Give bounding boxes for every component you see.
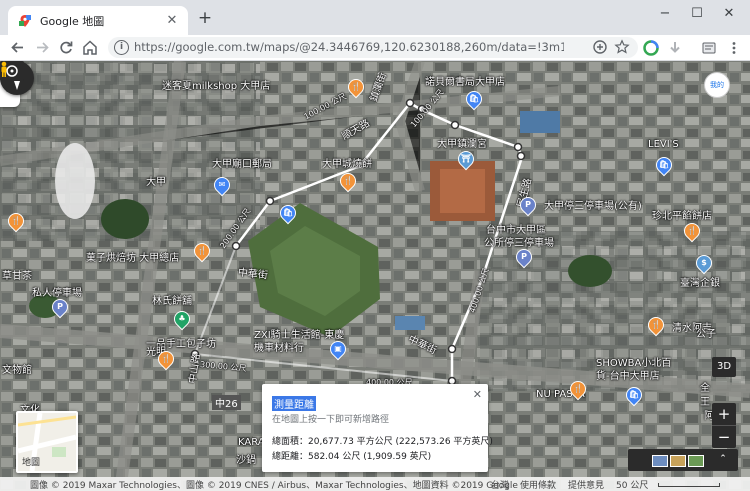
tab-close-icon[interactable]: ✕ (164, 13, 180, 29)
address-bar[interactable]: i https://google.com.tw/maps/@24.3446769… (108, 37, 638, 58)
place-label: 大甲 (146, 177, 166, 188)
place-label[interactable]: 大甲鎮瀾宮 (437, 135, 487, 150)
place-label[interactable]: 私人停車場 (32, 284, 82, 299)
imagery-thumbnail[interactable] (670, 455, 686, 467)
road-label: 中華街 (237, 267, 269, 282)
total-area-value: 總面積：20,677.73 平方公尺 (222,573.26 平方英尺) (272, 437, 493, 447)
maximize-window-button[interactable]: ☐ (682, 3, 712, 25)
total-distance-value: 總距離：582.04 公尺 (1,909.59 英尺) (272, 452, 432, 462)
imagery-thumbnail[interactable] (652, 455, 668, 467)
layers-label: 地圖 (22, 458, 41, 468)
satellite-map[interactable]: ▶ 我的 迷客夏milkshop 大甲店 諾貝爾書局大甲店 大甲鎮瀾宮 大甲廟口… (0, 61, 750, 491)
plus-circle-icon[interactable] (592, 39, 608, 55)
map-footer: 圖像 © 2019 Maxar Technologies、圖像 © 2019 C… (0, 477, 750, 491)
expand-imagery-button[interactable]: ⌃ (716, 451, 730, 467)
place-label[interactable]: 文物館 (2, 361, 32, 376)
region-link[interactable]: 台灣 (491, 478, 509, 491)
layers-switcher[interactable]: 地圖 (16, 411, 78, 473)
reload-icon[interactable] (56, 38, 76, 57)
imagery-thumbnail[interactable] (688, 455, 704, 467)
close-icon[interactable]: ✕ (473, 388, 482, 401)
kebab-menu-icon[interactable] (726, 40, 742, 56)
minimize-window-button[interactable]: − (650, 3, 680, 25)
pegman-icon[interactable] (0, 61, 8, 77)
place-label: KARA (238, 437, 265, 448)
new-tab-button[interactable]: + (196, 9, 214, 27)
attribution-text: 圖像 © 2019 Maxar Technologies、圖像 © 2019 C… (30, 481, 518, 491)
place-label[interactable]: SHOWBA小北百貨-台中大甲店 (596, 357, 680, 383)
arrow-left-icon[interactable] (8, 38, 28, 57)
place-label[interactable]: 林氏餅舖 (152, 292, 192, 307)
place-label[interactable]: 公所停三停車場 (484, 234, 554, 249)
feedback-link[interactable]: 提供意見 (568, 478, 604, 491)
place-label[interactable]: 菓子烘焙坊 大甲總店 (86, 249, 179, 264)
place-label[interactable]: 臺灣企銀 (680, 274, 720, 289)
measure-distance-card: 測量距離 ✕ 在地圖上按一下即可新增路徑 總面積：20,677.73 平方公尺 … (262, 384, 493, 472)
extension-book-icon[interactable] (701, 40, 717, 56)
place-label[interactable]: 大甲停三停車場(公有) (544, 197, 642, 212)
browser-toolbar: i https://google.com.tw/maps/@24.3446769… (0, 35, 750, 61)
place-label[interactable]: 草甘茶 (2, 267, 32, 282)
close-window-button[interactable]: ✕ (714, 3, 744, 25)
scale-bar (658, 483, 720, 487)
account-avatar[interactable]: 我的 (704, 72, 730, 98)
zoom-in-button[interactable]: + (712, 403, 736, 425)
place-label[interactable]: 諾貝爾書局大甲店 (425, 73, 505, 88)
zoom-out-button[interactable]: − (712, 425, 736, 448)
measure-hint: 在地圖上按一下即可新增路徑 (272, 415, 390, 425)
info-icon[interactable]: i (114, 40, 129, 55)
google-maps-favicon-icon (19, 14, 31, 27)
star-icon[interactable] (614, 39, 630, 55)
extension-circle-icon[interactable] (643, 40, 659, 56)
tab-title: Google 地圖 (40, 14, 105, 28)
place-label[interactable]: 珍北平餡餅店 (652, 207, 712, 222)
home-icon[interactable] (80, 38, 100, 57)
toggle-3d-button[interactable]: 3D (712, 357, 736, 377)
download-icon[interactable] (667, 40, 683, 56)
place-label: 公子 (696, 329, 716, 340)
place-label: 王 (700, 397, 710, 408)
scale-label: 50 公尺 (616, 481, 649, 491)
place-label: 沙鍋 (236, 455, 256, 466)
arrow-right-icon[interactable] (32, 38, 52, 57)
place-label: 全 (700, 383, 710, 394)
tab-strip: Google 地圖 ✕ + − ☐ ✕ (0, 0, 750, 35)
place-label[interactable]: LEVI'S (648, 139, 679, 150)
tab-google-maps[interactable]: Google 地圖 ✕ (8, 6, 188, 35)
measure-title: 測量距離 (272, 396, 316, 411)
place-label[interactable]: 大甲城燒餅 (322, 155, 372, 170)
route-shield: 中26 (212, 395, 241, 410)
place-label[interactable]: 大甲廟口郵局 (212, 155, 272, 170)
url-text[interactable]: https://google.com.tw/maps/@24.3446769,1… (134, 40, 564, 54)
terms-link[interactable]: 使用條款 (520, 478, 556, 491)
place-label[interactable]: 迷客夏milkshop 大甲店 (162, 77, 270, 92)
